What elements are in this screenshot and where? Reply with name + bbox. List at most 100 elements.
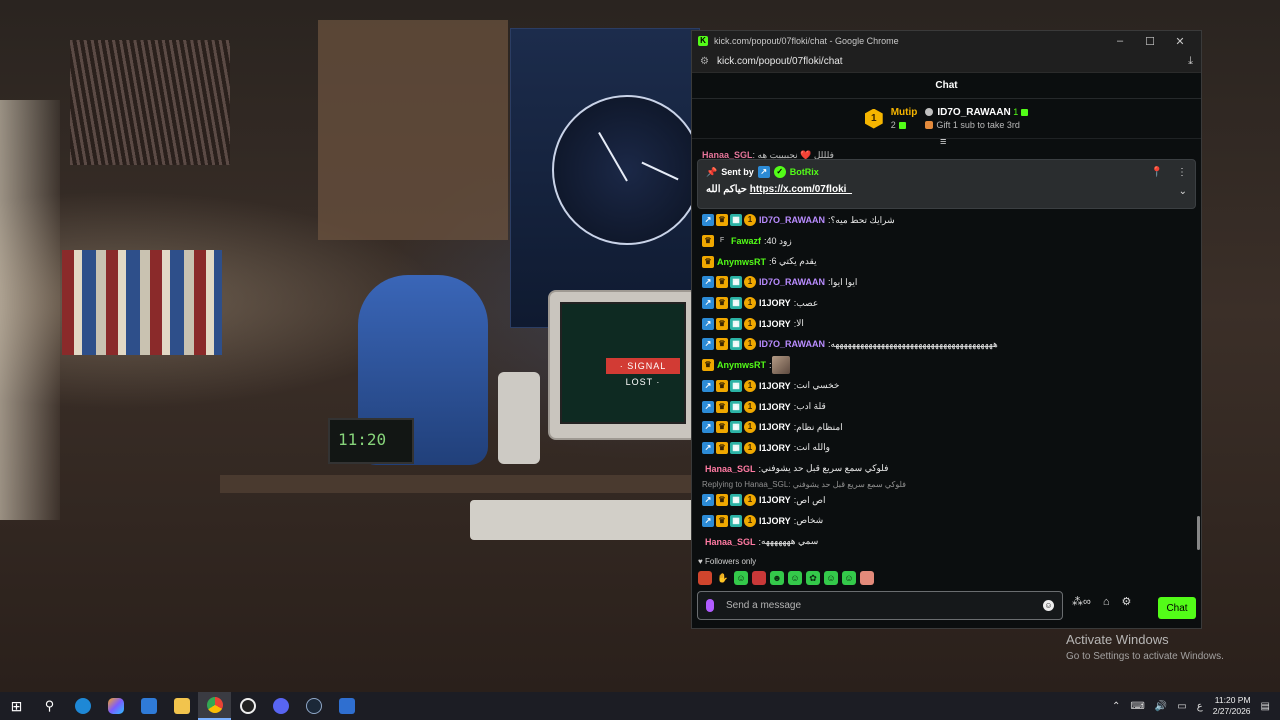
pinned-bot-name[interactable]: BotRix [790,167,819,177]
chat-message[interactable]: ↗ ♛ ▦ 1 ID7O_RAWAAN: ايوا ايوا [702,272,1192,293]
message-username[interactable]: ID7O_RAWAAN [759,277,825,287]
emote-icon[interactable] [860,571,874,585]
gifter-badge-icon[interactable]: 1 [744,400,756,413]
chat-message[interactable]: ↗ ♛ ▦ 1 I1JORY: اص اص [702,490,1192,511]
chat-message[interactable]: ↗ ♛ ▦ 1 ID7O_RAWAAN: شرايك تحط ميه؟ [702,210,1192,231]
scroll-to-latest-icon[interactable]: ≡ [940,139,946,148]
moderator-badge-icon[interactable]: ↗ [702,421,714,434]
message-username[interactable]: I1JORY [759,422,791,432]
subscriber-badge-icon[interactable]: ▦ [730,441,742,454]
message-username[interactable]: I1JORY [759,298,791,308]
message-username[interactable]: Fawazf [731,236,761,246]
subscriber-badge-icon[interactable]: ▦ [730,400,742,413]
taskbar-copilot[interactable] [99,692,132,720]
url-text[interactable]: kick.com/popout/07floki/chat [717,56,1188,67]
message-username[interactable]: Hanaa_SGL [705,537,756,547]
leader-second[interactable]: ID7O_RAWAAN 1 Gift 1 sub to take 3rd [925,106,1029,132]
download-icon[interactable]: ⤓ [1188,55,1193,68]
moderator-badge-icon[interactable]: ↗ [702,441,714,454]
network-icon[interactable]: ⌨ [1130,701,1144,712]
moderator-badge-icon[interactable]: ↗ [702,317,714,330]
message-username[interactable]: AnymwsRT [717,257,766,267]
moderator-badge-icon[interactable]: ↗ [702,494,714,507]
chat-scrollbar[interactable] [1197,516,1200,550]
emote-icon[interactable]: ☺ [842,571,856,585]
message-username[interactable]: I1JORY [759,495,791,505]
subscriber-badge-icon[interactable]: ▦ [730,317,742,330]
taskbar-explorer[interactable] [165,692,198,720]
message-username[interactable]: ID7O_RAWAAN [759,339,825,349]
more-options-icon[interactable]: ⋮ [1177,167,1187,178]
taskbar-steam[interactable] [297,692,330,720]
vip-crown-icon[interactable]: ♛ [716,494,728,507]
maximize-button[interactable]: ☐ [1135,35,1165,48]
site-info-icon[interactable]: ⚙ [700,56,709,67]
subscriber-badge-icon[interactable]: ▦ [730,379,742,392]
subscriber-badge-icon[interactable]: ▦ [730,421,742,434]
chat-message[interactable]: ↗ ♛ ▦ 1 I1JORY: قلة ادب [702,396,1192,417]
gifter-badge-icon[interactable]: 1 [744,514,756,527]
emote-icon[interactable]: ☺ [788,571,802,585]
volume-icon[interactable]: 🔊 [1155,701,1167,712]
gifter-badge-icon[interactable]: 1 [744,421,756,434]
battery-icon[interactable]: ▭ [1177,701,1186,712]
moderator-badge-icon[interactable]: ↗ [702,276,714,289]
gifter-badge-icon[interactable]: 1 [744,441,756,454]
chevron-down-icon[interactable]: ⌄ [1179,186,1187,197]
message-username[interactable]: I1JORY [759,381,791,391]
reply-context[interactable]: Replying to Hanaa_SGL: فلوكي سمع سريع قب… [702,480,1192,490]
message-input[interactable] [726,600,1043,611]
emote-icon[interactable]: ☺ [824,571,838,585]
moderator-badge-icon[interactable]: ↗ [702,214,714,227]
title-bar[interactable]: K kick.com/popout/07floki/chat - Google … [692,31,1201,51]
input-language[interactable]: ع [1197,701,1203,712]
vip-crown-icon[interactable]: ♛ [702,255,714,268]
vip-crown-icon[interactable]: ♛ [702,235,714,248]
emoji-picker-icon[interactable]: ☺ [1043,600,1054,611]
chat-message[interactable]: ↗ ♛ ▦ 1 I1JORY: شخاص [702,511,1192,532]
gifter-badge-icon[interactable]: 1 [744,379,756,392]
chevron-up-icon[interactable]: ⌃ [1112,701,1120,712]
chat-message[interactable]: ♛ AnymwsRT: [702,355,1192,376]
subscriber-badge-icon[interactable]: ▦ [730,514,742,527]
taskbar-chrome[interactable] [198,692,231,720]
moderator-badge-icon[interactable]: ↗ [702,400,714,413]
chat-message[interactable]: Hanaa_SGL: سمي هههههههه [702,531,1192,552]
microphone-icon[interactable] [706,599,714,612]
unpin-icon[interactable]: 📍 [1151,167,1163,178]
message-username[interactable]: AnymwsRT [717,360,766,370]
emote-icon[interactable] [698,571,712,585]
chat-message[interactable]: ↗ ♛ ▦ 1 I1JORY: امنظام نظام [702,417,1192,438]
taskbar-app-11[interactable] [330,692,363,720]
notifications-icon[interactable]: ▤ [1261,701,1270,712]
settings-gear-icon[interactable]: ⚙ [1122,595,1132,608]
chat-message[interactable]: ↗ ♛ ▦ 1 ID7O_RAWAAN: ههههههههههههههههههههههه… [702,334,1192,355]
vip-crown-icon[interactable]: ♛ [716,317,728,330]
message-username[interactable]: ID7O_RAWAAN [759,215,825,225]
vip-crown-icon[interactable]: ♛ [716,338,728,351]
emote-image[interactable] [771,356,790,375]
vip-crown-icon[interactable]: ♛ [716,297,728,310]
chat-message[interactable]: ↗ ♛ ▦ 1 I1JORY: الا [702,313,1192,334]
gifter-badge-icon[interactable]: 1 [744,338,756,351]
gifter-badge-icon[interactable]: 1 [744,297,756,310]
vip-crown-icon[interactable]: ♛ [702,359,714,372]
gifter-badge-icon[interactable]: 1 [744,494,756,507]
vip-crown-icon[interactable]: ♛ [716,441,728,454]
taskbar-app-8[interactable] [231,692,264,720]
emote-icon[interactable]: ✿ [806,571,820,585]
pinned-message[interactable]: 📌 Sent by ↗ ✓ BotRix 📍 ⋮ حياكم الله http… [697,159,1196,209]
chat-message[interactable]: ↗ ♛ ▦ 1 I1JORY: خخسي انت [702,376,1192,397]
chat-messages[interactable]: ≡ Hanaa_SGL: فلللل ❤️ نحبيييت هه 📌 Sent … [692,139,1201,554]
message-composer[interactable]: ☺ [697,591,1063,620]
vip-crown-icon[interactable]: ♛ [716,400,728,413]
vip-crown-icon[interactable]: ♛ [716,421,728,434]
moderator-badge-icon[interactable]: ↗ [702,297,714,310]
quick-actions-icon[interactable]: ⁂∞ [1072,595,1091,608]
message-username[interactable]: I1JORY [759,402,791,412]
moderator-badge-icon[interactable]: ↗ [702,514,714,527]
leader-first[interactable]: Mutip 2 [891,106,918,132]
emote-icon[interactable]: ☻ [770,571,784,585]
emote-icon[interactable]: ✋ [716,571,730,585]
pinned-link[interactable]: https://x.com/07floki_ [750,184,852,195]
